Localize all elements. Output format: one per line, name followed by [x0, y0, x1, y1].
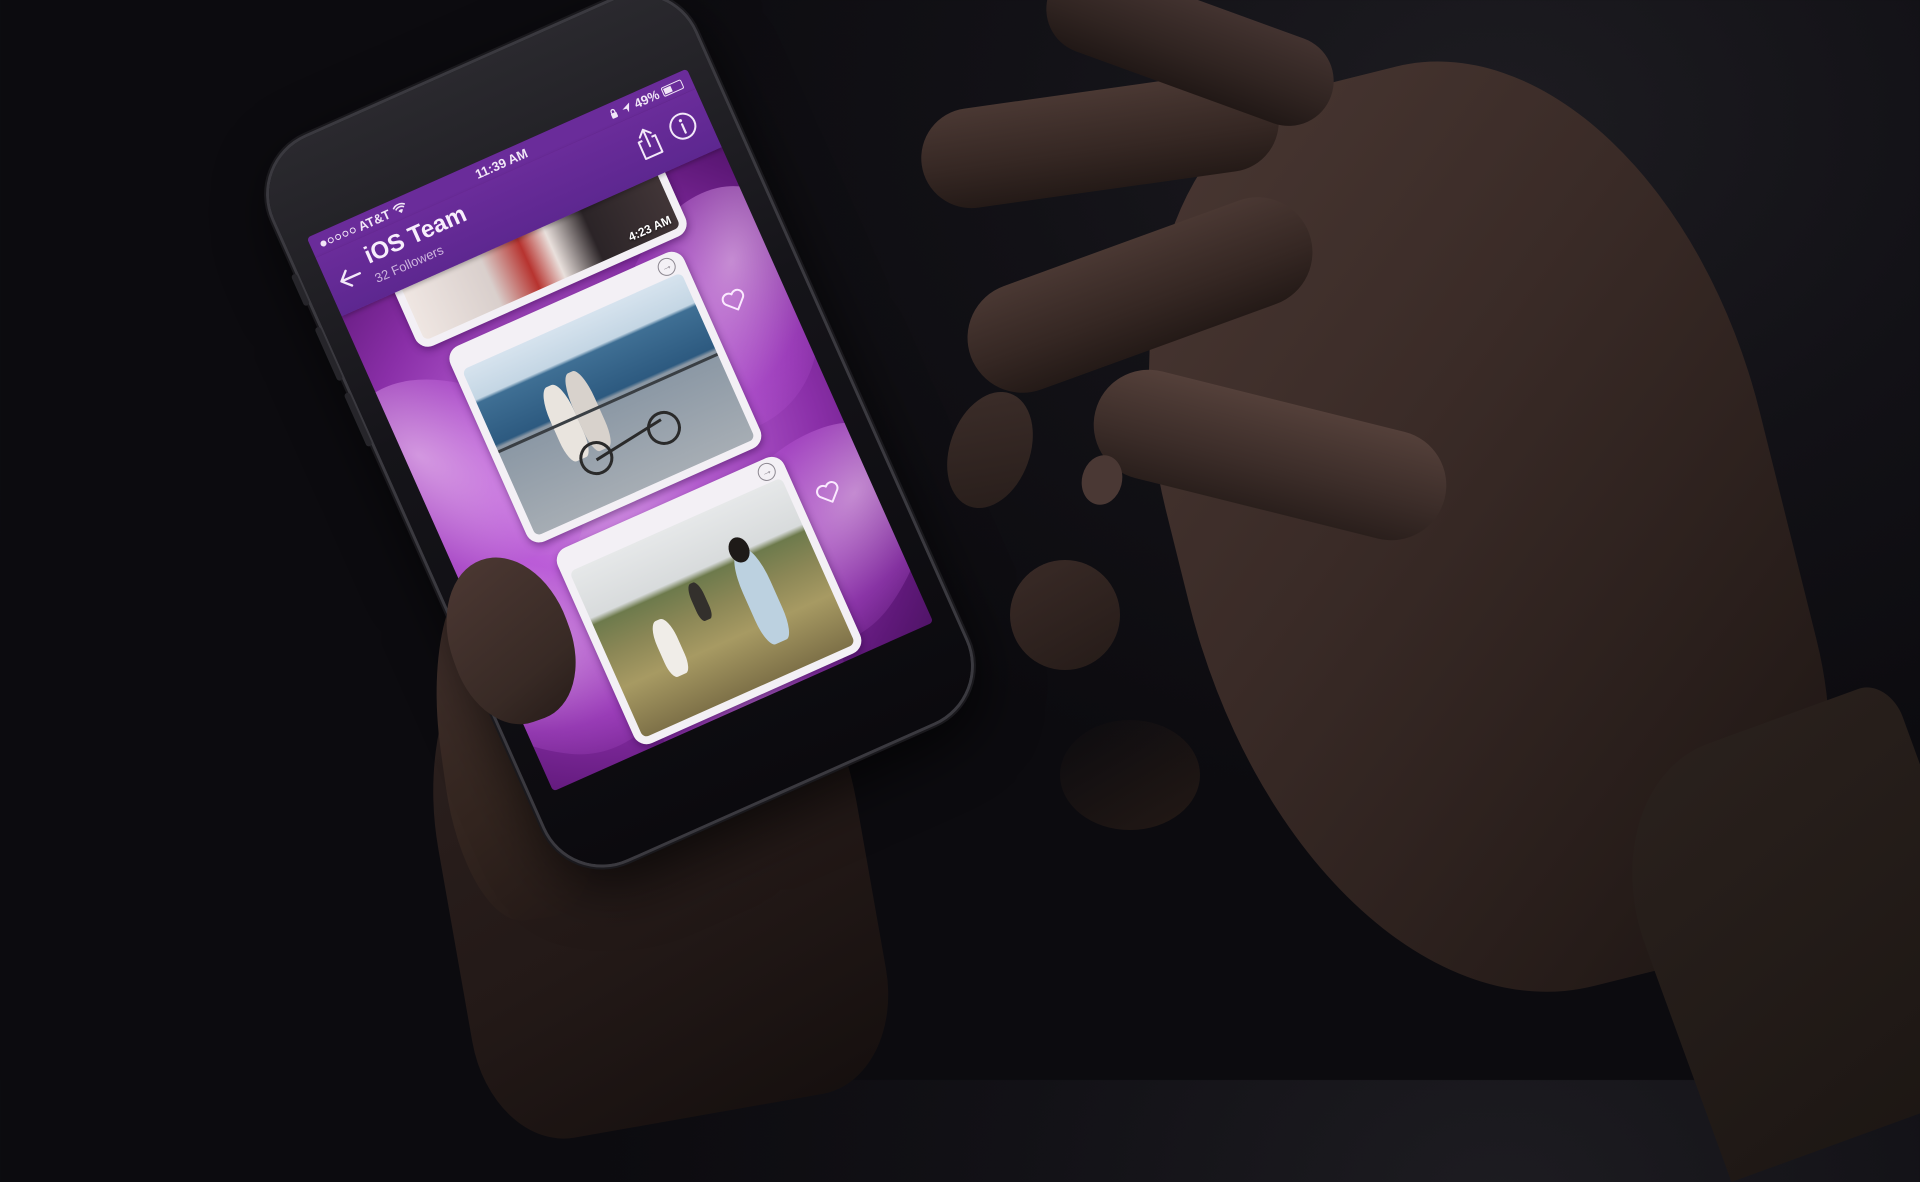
right-middle-finger — [952, 181, 1328, 409]
share-icon[interactable] — [630, 123, 667, 163]
right-index-finger — [1082, 358, 1458, 552]
left-finger — [1010, 560, 1120, 670]
smartphone: AT&T 11:39 AM 49% iOS Team 32 Followers … — [249, 0, 991, 885]
info-icon[interactable] — [663, 106, 703, 146]
right-little-finger — [1033, 0, 1347, 139]
left-finger — [1060, 720, 1200, 830]
location-arrow-icon — [622, 102, 629, 112]
person-figure — [685, 580, 715, 623]
fingernail — [1076, 450, 1128, 510]
right-ring-finger — [914, 65, 1286, 215]
back-arrow-icon[interactable] — [330, 256, 372, 298]
right-hand-back — [1075, 1, 1885, 1059]
sleeve — [1587, 677, 1920, 1182]
photo-scene: AT&T 11:39 AM 49% iOS Team 32 Followers … — [0, 0, 1920, 1182]
left-finger — [931, 379, 1049, 521]
person-figure — [647, 615, 693, 680]
